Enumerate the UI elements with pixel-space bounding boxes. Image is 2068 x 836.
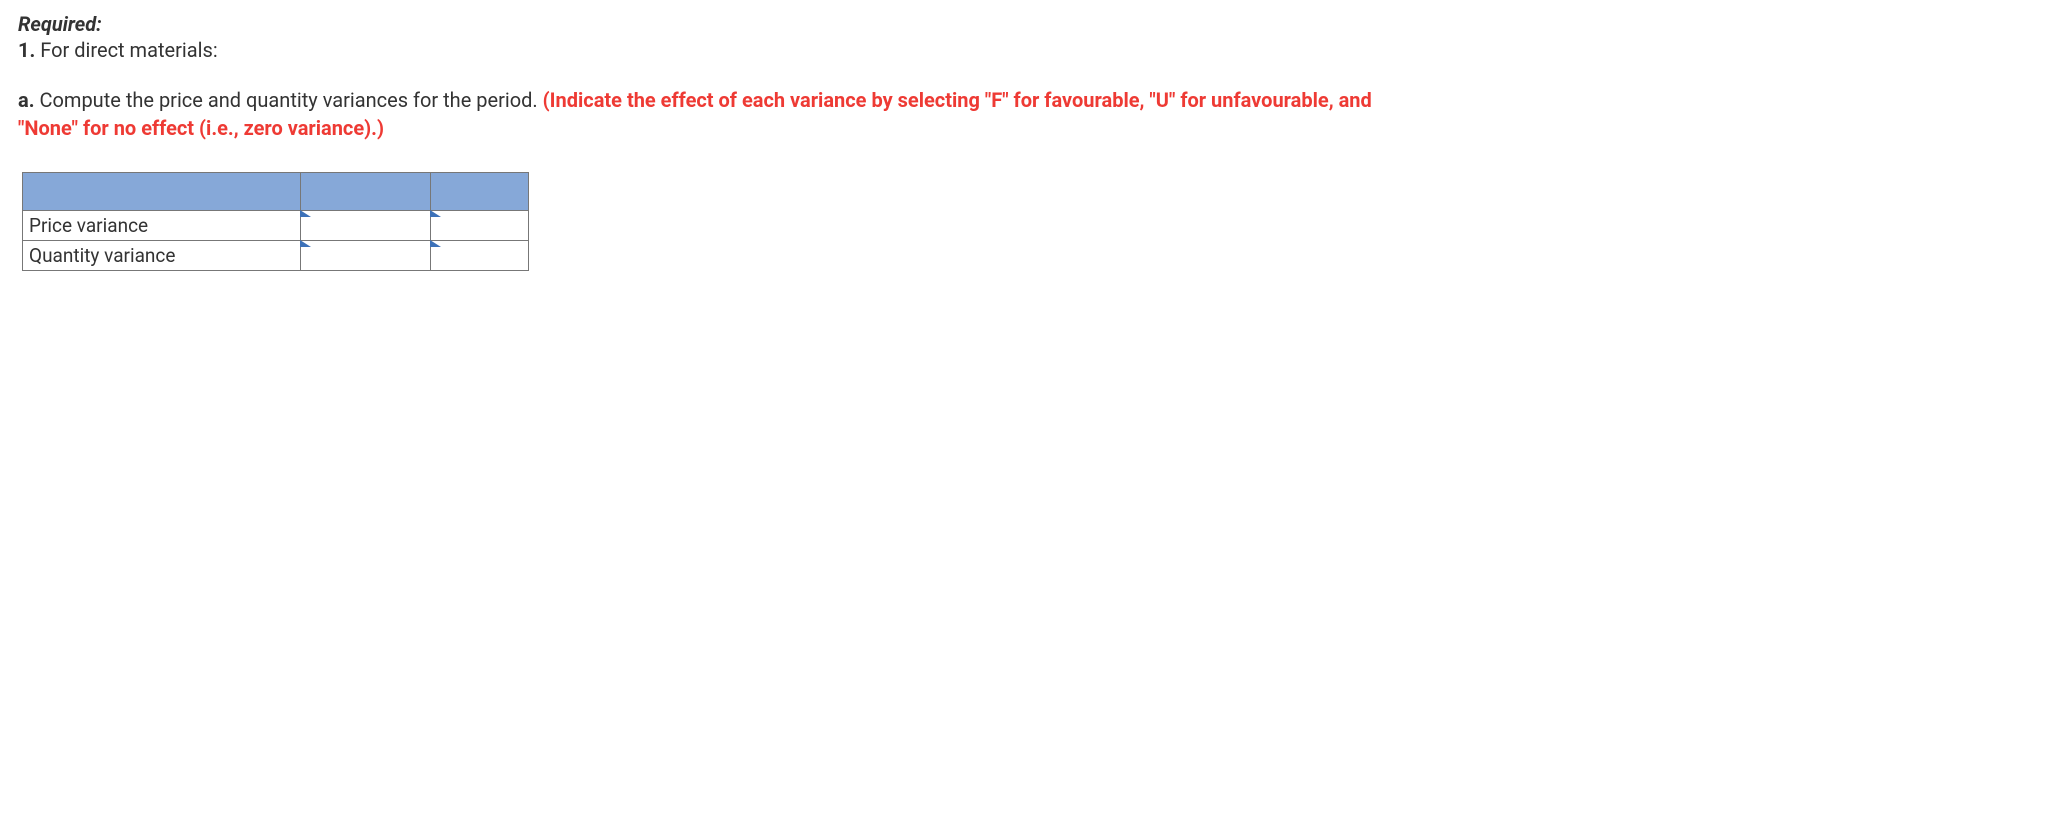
amount-input[interactable] — [301, 241, 431, 271]
dropdown-caret-icon — [430, 210, 441, 217]
dropdown-caret-icon — [430, 240, 441, 247]
header-effect — [431, 173, 529, 211]
item-text: For direct materials: — [40, 38, 217, 62]
table-header-row — [23, 173, 529, 211]
item-number: 1. — [18, 38, 35, 62]
row-label: Quantity variance — [23, 241, 301, 271]
row-label: Price variance — [23, 211, 301, 241]
table-row: Quantity variance — [23, 241, 529, 271]
variance-table: Price variance Quantity variance — [22, 172, 529, 271]
effect-select[interactable] — [431, 241, 529, 271]
item-line: 1. For direct materials: — [18, 38, 2050, 62]
required-heading: Required: — [18, 12, 2050, 36]
subitem-letter: a. — [18, 88, 35, 112]
effect-select[interactable] — [431, 211, 529, 241]
subitem-plain-text: Compute the price and quantity variances… — [39, 88, 542, 112]
amount-input[interactable] — [301, 211, 431, 241]
subitem: a. Compute the price and quantity varian… — [18, 86, 1398, 142]
header-label — [23, 173, 301, 211]
table-row: Price variance — [23, 211, 529, 241]
dropdown-caret-icon — [300, 210, 311, 217]
dropdown-caret-icon — [300, 240, 311, 247]
header-amount — [301, 173, 431, 211]
